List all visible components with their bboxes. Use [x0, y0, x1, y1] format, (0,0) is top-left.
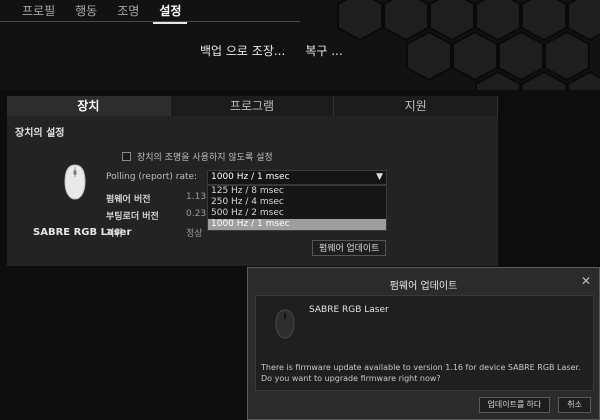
hexagon-pattern-decoration: [337, 0, 600, 90]
polling-rate-dropdown: 125 Hz / 8 msec 250 Hz / 4 msec 500 Hz /…: [207, 185, 387, 231]
nav-item-actions[interactable]: 행동: [65, 2, 107, 22]
dialog-body: SABRE RGB Laser There is firmware update…: [255, 295, 594, 391]
disable-lighting-checkbox[interactable]: [122, 152, 131, 161]
cancel-button[interactable]: 취소: [558, 397, 591, 413]
polling-rate-label: Polling (report) rate:: [106, 172, 198, 182]
firmware-version-value: 1.13: [186, 192, 206, 202]
firmware-version-label: 펌웨어 버전: [106, 195, 151, 205]
dialog-message: There is firmware update available to ve…: [261, 363, 581, 383]
mouse-icon: [275, 309, 295, 339]
dialog-device-name: SABRE RGB Laser: [309, 305, 389, 315]
polling-option-500hz[interactable]: 500 Hz / 2 msec: [208, 208, 386, 219]
main-nav: 프로필 행동 조명 설정: [12, 2, 191, 24]
status-value: 정상: [186, 229, 203, 239]
top-bar: 프로필 행동 조명 설정 백업 으로 조장... 복구 ...: [0, 0, 600, 90]
bootloader-version-value: 0.23: [186, 209, 206, 219]
settings-sub-actions: 백업 으로 조장... 복구 ...: [200, 42, 343, 59]
nav-divider: [0, 21, 300, 22]
dialog-title: 펌웨어 업데이트: [389, 281, 458, 292]
polling-rate-selected-value: 1000 Hz / 1 msec: [211, 172, 290, 182]
mouse-icon: [64, 164, 86, 200]
tab-program[interactable]: 프로그램: [171, 96, 335, 116]
nav-item-lighting[interactable]: 조명: [107, 2, 149, 22]
settings-tabs: 장치 프로그램 지원: [7, 96, 499, 116]
close-icon[interactable]: ✕: [581, 274, 591, 288]
bootloader-version-label: 부팅로더 버전: [106, 212, 159, 222]
panel-title: 장치의 설정: [15, 128, 65, 139]
status-label: 지위: [106, 229, 123, 239]
disable-lighting-label: 장치의 조명을 사용하지 않도록 설정: [137, 153, 273, 163]
triangle-down-icon[interactable]: ▼: [376, 171, 383, 184]
nav-item-profiles[interactable]: 프로필: [12, 2, 65, 22]
nav-item-settings[interactable]: 설정: [149, 2, 191, 24]
polling-option-250hz[interactable]: 250 Hz / 4 msec: [208, 197, 386, 208]
firmware-update-dialog: 펌웨어 업데이트 ✕ SABRE RGB Laser There is firm…: [247, 267, 600, 420]
tab-devices[interactable]: 장치: [7, 96, 171, 116]
backup-link[interactable]: 백업 으로 조장...: [200, 42, 285, 59]
tab-support[interactable]: 지원: [334, 96, 499, 116]
polling-option-125hz[interactable]: 125 Hz / 8 msec: [208, 186, 386, 197]
update-now-button[interactable]: 업데이트를 하다: [478, 397, 551, 413]
disable-lighting-option[interactable]: 장치의 조명을 사용하지 않도록 설정: [122, 150, 273, 163]
polling-option-1000hz[interactable]: 1000 Hz / 1 msec: [208, 219, 386, 230]
polling-rate-select[interactable]: 1000 Hz / 1 msec ▼: [207, 170, 387, 185]
firmware-update-button[interactable]: 펌웨어 업데이트: [312, 240, 387, 256]
restore-link[interactable]: 복구 ...: [305, 42, 342, 59]
dialog-buttons: 업데이트를 하다 취소: [478, 397, 591, 413]
